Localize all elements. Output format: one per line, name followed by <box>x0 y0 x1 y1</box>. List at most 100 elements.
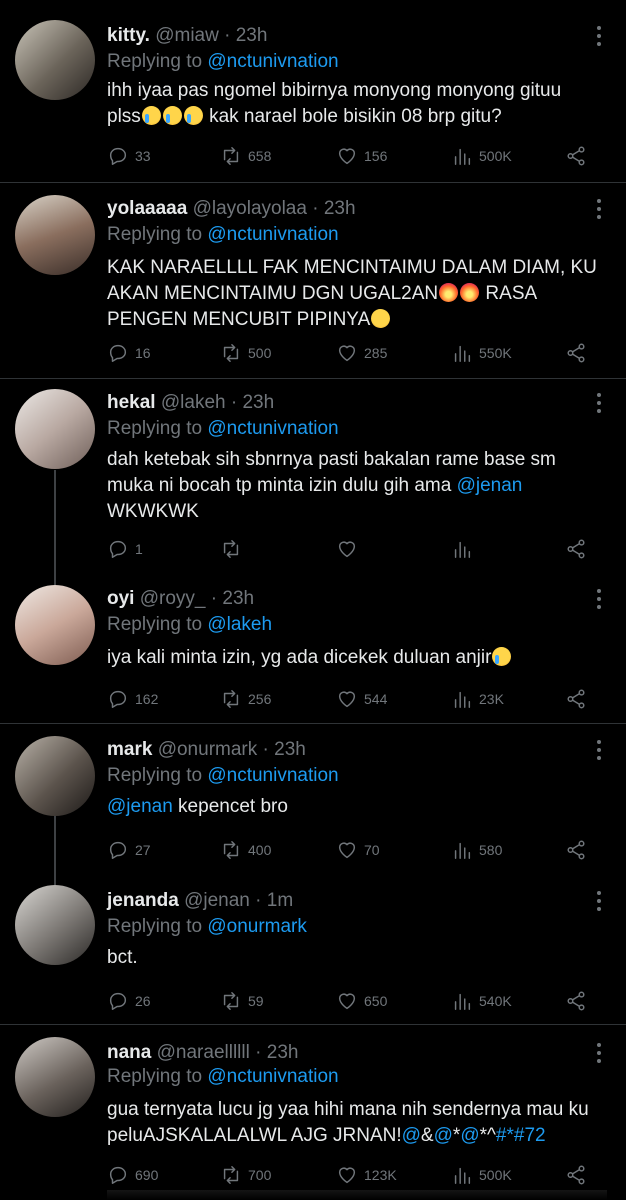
views-icon <box>454 842 471 859</box>
mention-link[interactable]: @nctunivnation <box>207 418 338 439</box>
mention-link[interactable]: @nctunivnation <box>207 224 338 245</box>
tweet-text: iya kali minta izin, yg ada dicekek dulu… <box>107 645 607 671</box>
like-button[interactable] <box>336 537 358 561</box>
mention-link[interactable]: @lakeh <box>207 614 272 635</box>
timestamp[interactable]: 1m <box>267 890 293 911</box>
avatar[interactable] <box>15 1037 95 1117</box>
handle[interactable]: @jenan <box>184 890 250 911</box>
handle[interactable]: @miaw <box>155 25 219 46</box>
views-icon <box>454 691 471 708</box>
views-button[interactable]: 580 <box>451 838 502 862</box>
tweet[interactable]: kitty. @miaw · 23h Replying to @nctunivn… <box>0 0 626 182</box>
like-button[interactable]: 285 <box>336 341 387 365</box>
views-button[interactable]: 23K <box>451 687 504 711</box>
timestamp[interactable]: 23h <box>267 1042 299 1063</box>
retweet-button[interactable]: 658 <box>220 144 271 168</box>
timestamp[interactable]: 23h <box>324 198 356 219</box>
tweet[interactable]: nana @naraellllll · 23h Replying to @nct… <box>0 1025 626 1200</box>
reply-button[interactable]: 33 <box>107 144 151 168</box>
like-button[interactable]: 544 <box>336 687 387 711</box>
like-button[interactable]: 70 <box>336 838 380 862</box>
tweet-actions: 27 400 70 580 <box>107 838 607 862</box>
reply-button[interactable]: 16 <box>107 341 151 365</box>
like-button[interactable]: 650 <box>336 989 387 1013</box>
retweet-button[interactable]: 59 <box>220 989 264 1013</box>
tweet[interactable]: oyi @royy_ · 23h Replying to @lakeh iya … <box>0 575 626 723</box>
reply-button[interactable]: 690 <box>107 1163 158 1187</box>
display-name[interactable]: mark <box>107 739 152 760</box>
views-button[interactable]: 500K <box>451 144 512 168</box>
avatar[interactable] <box>15 585 95 665</box>
more-icon[interactable] <box>596 1043 602 1067</box>
tweet[interactable]: yolaaaaa @layolayolaa · 23h Replying to … <box>0 183 626 378</box>
display-name[interactable]: kitty. <box>107 25 150 46</box>
handle[interactable]: @royy_ <box>140 588 206 609</box>
tweet-text: ihh iyaa pas ngomel bibirnya monyong mon… <box>107 80 562 127</box>
avatar[interactable] <box>15 20 95 100</box>
views-button[interactable]: 500K <box>451 1163 512 1187</box>
tweet[interactable]: jenanda @jenan · 1m Replying to @onurmar… <box>0 875 626 1024</box>
display-name[interactable]: oyi <box>107 588 134 609</box>
retweet-button[interactable]: 400 <box>220 838 271 862</box>
more-icon[interactable] <box>596 26 602 50</box>
share-button[interactable] <box>565 1163 587 1187</box>
reply-button[interactable]: 162 <box>107 687 158 711</box>
heart-icon <box>338 993 356 1010</box>
mention-link[interactable]: @nctunivnation <box>207 765 338 786</box>
avatar[interactable] <box>15 389 95 469</box>
retweet-icon <box>223 992 239 1010</box>
display-name[interactable]: yolaaaaa <box>107 198 187 219</box>
reply-button[interactable]: 27 <box>107 838 151 862</box>
views-icon <box>454 993 471 1010</box>
mention-link[interactable]: @jenan <box>457 475 523 496</box>
display-name[interactable]: nana <box>107 1042 151 1063</box>
share-button[interactable] <box>565 144 587 168</box>
like-button[interactable]: 156 <box>336 144 387 168</box>
tweet[interactable]: mark @onurmark · 23h Replying to @nctuni… <box>0 724 626 874</box>
share-button[interactable] <box>565 341 587 365</box>
retweet-button[interactable] <box>220 537 242 561</box>
timestamp[interactable]: 23h <box>222 588 254 609</box>
mention-link[interactable]: @onurmark <box>207 916 307 937</box>
timestamp[interactable]: 23h <box>242 392 274 413</box>
views-button[interactable]: 540K <box>451 989 512 1013</box>
handle[interactable]: @lakeh <box>161 392 226 413</box>
crying-emoji <box>141 106 161 125</box>
share-button[interactable] <box>565 687 587 711</box>
reply-icon <box>109 344 127 362</box>
mention-link[interactable]: @jenan <box>107 796 173 817</box>
views-button[interactable]: 550K <box>451 341 512 365</box>
retweet-button[interactable]: 500 <box>220 341 271 365</box>
retweet-icon <box>223 1166 239 1184</box>
retweet-button[interactable]: 256 <box>220 687 271 711</box>
more-icon[interactable] <box>596 199 602 223</box>
avatar[interactable] <box>15 195 95 275</box>
reply-button[interactable]: 26 <box>107 989 151 1013</box>
more-icon[interactable] <box>596 891 602 915</box>
more-icon[interactable] <box>596 589 602 613</box>
tweet[interactable]: hekal @lakeh · 23h Replying to @nctunivn… <box>0 379 626 574</box>
share-button[interactable] <box>565 537 587 561</box>
display-name[interactable]: hekal <box>107 392 156 413</box>
mention-link[interactable]: @nctunivnation <box>207 51 338 72</box>
more-icon[interactable] <box>596 393 602 417</box>
avatar[interactable] <box>15 736 95 816</box>
more-icon[interactable] <box>596 740 602 764</box>
share-button[interactable] <box>565 989 587 1013</box>
hashtag-link[interactable]: #72 <box>514 1125 546 1146</box>
avatar[interactable] <box>15 885 95 965</box>
views-button[interactable] <box>451 537 473 561</box>
display-name[interactable]: jenanda <box>107 890 179 911</box>
handle[interactable]: @naraellllll <box>157 1042 250 1063</box>
timestamp[interactable]: 23h <box>236 25 268 46</box>
reply-button[interactable]: 1 <box>107 537 143 561</box>
timestamp[interactable]: 23h <box>274 739 306 760</box>
handle[interactable]: @layolayolaa <box>193 198 307 219</box>
share-button[interactable] <box>565 838 587 862</box>
replying-to: Replying to @onurmark <box>107 916 307 937</box>
handle[interactable]: @onurmark <box>158 739 258 760</box>
views-icon <box>454 541 471 558</box>
mention-link[interactable]: @nctunivnation <box>207 1066 338 1087</box>
retweet-button[interactable]: 700 <box>220 1163 271 1187</box>
like-button[interactable]: 123K <box>336 1163 397 1187</box>
